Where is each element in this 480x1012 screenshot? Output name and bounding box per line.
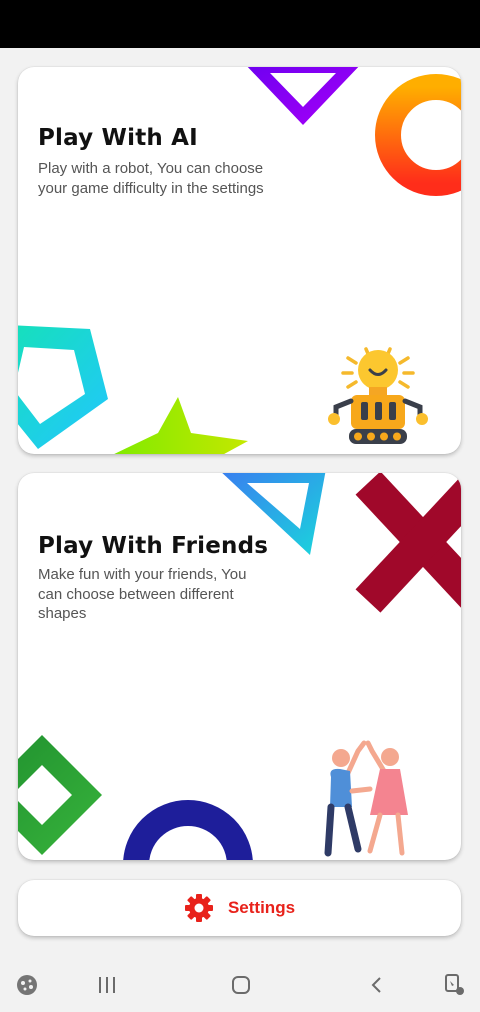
home-button[interactable]	[226, 958, 256, 1012]
screen-capture-icon	[445, 974, 464, 995]
orange-ring-shape	[375, 74, 461, 196]
card-decoration	[18, 473, 461, 860]
game-launcher-button[interactable]	[12, 958, 42, 1012]
green-diamond-shape	[18, 735, 102, 855]
navy-ring-shape	[123, 800, 253, 860]
purple-triangle-shape	[247, 67, 359, 125]
play-with-friends-card[interactable]: Play With Friends Make fun with your fri…	[18, 473, 461, 860]
back-icon	[371, 977, 381, 993]
settings-label: Settings	[227, 898, 296, 917]
play-with-ai-card[interactable]: Play With AI Play with a robot, You can …	[18, 67, 461, 454]
robot-icon	[328, 347, 428, 444]
card-title: Play With Friends	[38, 533, 269, 559]
card-description: Play with a robot, You can choose your g…	[38, 160, 264, 197]
status-bar	[0, 0, 480, 48]
card-description: Make fun with your friends, You can choo…	[38, 566, 247, 622]
red-cross-shape	[355, 473, 461, 613]
settings-button[interactable]: Settings	[18, 880, 461, 936]
green-star-shape	[114, 397, 248, 454]
game-launcher-icon	[17, 975, 37, 995]
recent-apps-button[interactable]	[92, 958, 122, 1012]
cyan-pentagon-shape	[18, 325, 108, 449]
friends-high-five-icon	[324, 740, 408, 857]
home-icon	[232, 976, 250, 994]
card-title: Play With AI	[38, 125, 198, 151]
gear-icon	[184, 894, 213, 922]
recent-apps-icon	[99, 977, 115, 993]
screen-capture-button[interactable]	[440, 958, 470, 1012]
back-button[interactable]	[362, 958, 392, 1012]
navigation-bar	[0, 958, 480, 1012]
